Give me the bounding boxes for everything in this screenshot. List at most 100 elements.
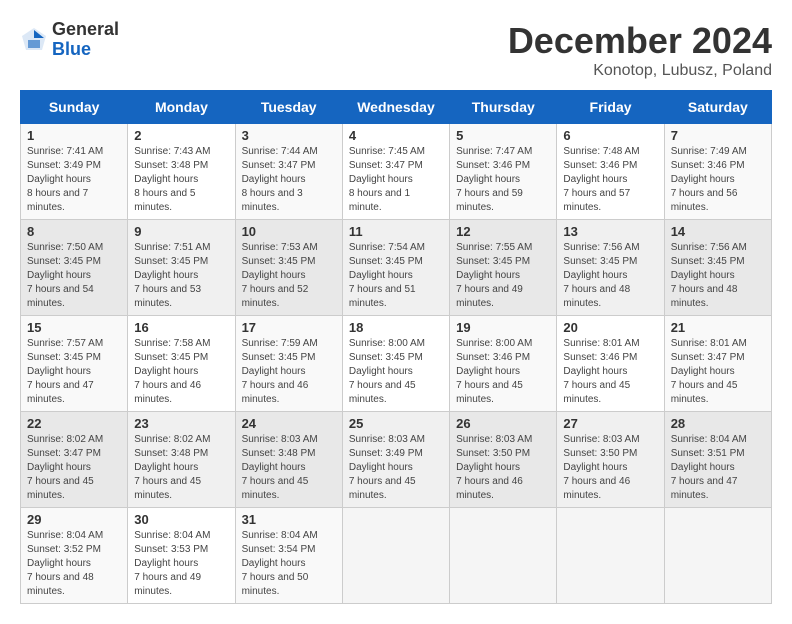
day-number: 30 — [134, 512, 228, 527]
calendar-cell: 14 Sunrise: 7:56 AMSunset: 3:45 PMDayligh… — [664, 220, 771, 316]
cell-info: Sunrise: 8:01 AMSunset: 3:47 PMDaylight … — [671, 337, 765, 407]
calendar-cell: 21 Sunrise: 8:01 AMSunset: 3:47 PMDayligh… — [664, 316, 771, 412]
day-number: 14 — [671, 224, 765, 239]
day-number: 9 — [134, 224, 228, 239]
page-header: General Blue December 2024 Konotop, Lubu… — [20, 20, 772, 80]
cell-info: Sunrise: 7:43 AMSunset: 3:48 PMDaylight … — [134, 145, 228, 215]
calendar-cell: 22 Sunrise: 8:02 AMSunset: 3:47 PMDayligh… — [21, 412, 128, 508]
calendar-cell: 17 Sunrise: 7:59 AMSunset: 3:45 PMDayligh… — [235, 316, 342, 412]
cell-info: Sunrise: 8:00 AMSunset: 3:46 PMDaylight … — [456, 337, 550, 407]
cell-info: Sunrise: 7:57 AMSunset: 3:45 PMDaylight … — [27, 337, 121, 407]
calendar-cell — [557, 508, 664, 604]
cell-info: Sunrise: 8:02 AMSunset: 3:47 PMDaylight … — [27, 433, 121, 503]
calendar-cell: 11 Sunrise: 7:54 AMSunset: 3:45 PMDayligh… — [342, 220, 449, 316]
day-number: 25 — [349, 416, 443, 431]
calendar-cell: 20Sunrise: 8:01 AMSunset: 3:46 PMDayligh… — [557, 316, 664, 412]
cell-info: Sunrise: 8:03 AMSunset: 3:50 PMDaylight … — [563, 433, 657, 503]
title-area: December 2024 Konotop, Lubusz, Poland — [508, 20, 772, 80]
calendar-cell: 10 Sunrise: 7:53 AMSunset: 3:45 PMDayligh… — [235, 220, 342, 316]
month-title: December 2024 — [508, 20, 772, 62]
cell-info: Sunrise: 7:47 AMSunset: 3:46 PMDaylight … — [456, 145, 550, 215]
cell-info: Sunrise: 7:44 AMSunset: 3:47 PMDaylight … — [242, 145, 336, 215]
cell-info: Sunrise: 7:56 AMSunset: 3:45 PMDaylight … — [671, 241, 765, 311]
cell-info: Sunrise: 7:56 AMSunset: 3:45 PMDaylight … — [563, 241, 657, 311]
day-number: 18 — [349, 320, 443, 335]
calendar-cell: 4 Sunrise: 7:45 AMSunset: 3:47 PMDaylight… — [342, 124, 449, 220]
cell-info: Sunrise: 7:54 AMSunset: 3:45 PMDaylight … — [349, 241, 443, 311]
cell-info: Sunrise: 7:50 AMSunset: 3:45 PMDaylight … — [27, 241, 121, 311]
weekday-header-wednesday: Wednesday — [342, 91, 449, 124]
calendar-cell: 26 Sunrise: 8:03 AMSunset: 3:50 PMDayligh… — [450, 412, 557, 508]
cell-info: Sunrise: 8:04 AMSunset: 3:51 PMDaylight … — [671, 433, 765, 503]
calendar-cell: 9Sunrise: 7:51 AMSunset: 3:45 PMDaylight… — [128, 220, 235, 316]
calendar-cell: 27 Sunrise: 8:03 AMSunset: 3:50 PMDayligh… — [557, 412, 664, 508]
calendar-cell: 18 Sunrise: 8:00 AMSunset: 3:45 PMDayligh… — [342, 316, 449, 412]
cell-info: Sunrise: 7:59 AMSunset: 3:45 PMDaylight … — [242, 337, 336, 407]
day-number: 27 — [563, 416, 657, 431]
calendar-cell: 6 Sunrise: 7:48 AMSunset: 3:46 PMDaylight… — [557, 124, 664, 220]
day-number: 4 — [349, 128, 443, 143]
calendar-table: SundayMondayTuesdayWednesdayThursdayFrid… — [20, 90, 772, 604]
calendar-week-5: 29Sunrise: 8:04 AMSunset: 3:52 PMDayligh… — [21, 508, 772, 604]
calendar-cell: 25 Sunrise: 8:03 AMSunset: 3:49 PMDayligh… — [342, 412, 449, 508]
logo-icon — [20, 26, 48, 54]
day-number: 29 — [27, 512, 121, 527]
day-number: 1 — [27, 128, 121, 143]
cell-info: Sunrise: 8:03 AMSunset: 3:49 PMDaylight … — [349, 433, 443, 503]
day-number: 7 — [671, 128, 765, 143]
day-number: 22 — [27, 416, 121, 431]
day-number: 16 — [134, 320, 228, 335]
day-number: 2 — [134, 128, 228, 143]
day-number: 3 — [242, 128, 336, 143]
cell-info: Sunrise: 8:00 AMSunset: 3:45 PMDaylight … — [349, 337, 443, 407]
day-number: 10 — [242, 224, 336, 239]
cell-info: Sunrise: 8:01 AMSunset: 3:46 PMDaylight … — [563, 337, 657, 407]
logo-text: General Blue — [52, 20, 119, 60]
calendar-cell: 24Sunrise: 8:03 AMSunset: 3:48 PMDayligh… — [235, 412, 342, 508]
calendar-cell: 3 Sunrise: 7:44 AMSunset: 3:47 PMDaylight… — [235, 124, 342, 220]
day-number: 26 — [456, 416, 550, 431]
cell-info: Sunrise: 8:03 AMSunset: 3:48 PMDaylight … — [242, 433, 336, 503]
day-number: 23 — [134, 416, 228, 431]
cell-info: Sunrise: 8:04 AMSunset: 3:53 PMDaylight … — [134, 529, 228, 599]
cell-info: Sunrise: 7:45 AMSunset: 3:47 PMDaylight … — [349, 145, 443, 215]
calendar-cell — [664, 508, 771, 604]
calendar-cell: 12Sunrise: 7:55 AMSunset: 3:45 PMDayligh… — [450, 220, 557, 316]
cell-info: Sunrise: 8:03 AMSunset: 3:50 PMDaylight … — [456, 433, 550, 503]
cell-info: Sunrise: 7:58 AMSunset: 3:45 PMDaylight … — [134, 337, 228, 407]
cell-info: Sunrise: 7:48 AMSunset: 3:46 PMDaylight … — [563, 145, 657, 215]
day-number: 28 — [671, 416, 765, 431]
calendar-cell: 7 Sunrise: 7:49 AMSunset: 3:46 PMDaylight… — [664, 124, 771, 220]
day-number: 13 — [563, 224, 657, 239]
day-number: 17 — [242, 320, 336, 335]
day-number: 11 — [349, 224, 443, 239]
calendar-cell: 13 Sunrise: 7:56 AMSunset: 3:45 PMDayligh… — [557, 220, 664, 316]
calendar-cell: 8 Sunrise: 7:50 AMSunset: 3:45 PMDaylight… — [21, 220, 128, 316]
calendar-week-2: 8 Sunrise: 7:50 AMSunset: 3:45 PMDaylight… — [21, 220, 772, 316]
logo-blue-text: Blue — [52, 40, 119, 60]
calendar-week-1: 1 Sunrise: 7:41 AMSunset: 3:49 PMDaylight… — [21, 124, 772, 220]
location-title: Konotop, Lubusz, Poland — [508, 62, 772, 80]
cell-info: Sunrise: 8:02 AMSunset: 3:48 PMDaylight … — [134, 433, 228, 503]
calendar-cell: 15 Sunrise: 7:57 AMSunset: 3:45 PMDayligh… — [21, 316, 128, 412]
weekday-header-thursday: Thursday — [450, 91, 557, 124]
day-number: 31 — [242, 512, 336, 527]
cell-info: Sunrise: 7:53 AMSunset: 3:45 PMDaylight … — [242, 241, 336, 311]
calendar-cell: 29Sunrise: 8:04 AMSunset: 3:52 PMDayligh… — [21, 508, 128, 604]
weekday-header-tuesday: Tuesday — [235, 91, 342, 124]
cell-info: Sunrise: 7:41 AMSunset: 3:49 PMDaylight … — [27, 145, 121, 215]
cell-info: Sunrise: 7:55 AMSunset: 3:45 PMDaylight … — [456, 241, 550, 311]
day-number: 6 — [563, 128, 657, 143]
calendar-cell: 28 Sunrise: 8:04 AMSunset: 3:51 PMDayligh… — [664, 412, 771, 508]
day-number: 5 — [456, 128, 550, 143]
day-number: 15 — [27, 320, 121, 335]
calendar-cell: 30 Sunrise: 8:04 AMSunset: 3:53 PMDayligh… — [128, 508, 235, 604]
day-number: 21 — [671, 320, 765, 335]
logo-general-text: General — [52, 20, 119, 40]
day-number: 8 — [27, 224, 121, 239]
cell-info: Sunrise: 7:49 AMSunset: 3:46 PMDaylight … — [671, 145, 765, 215]
logo: General Blue — [20, 20, 119, 60]
weekday-header-row: SundayMondayTuesdayWednesdayThursdayFrid… — [21, 91, 772, 124]
calendar-cell: 5 Sunrise: 7:47 AMSunset: 3:46 PMDaylight… — [450, 124, 557, 220]
calendar-cell: 31Sunrise: 8:04 AMSunset: 3:54 PMDayligh… — [235, 508, 342, 604]
